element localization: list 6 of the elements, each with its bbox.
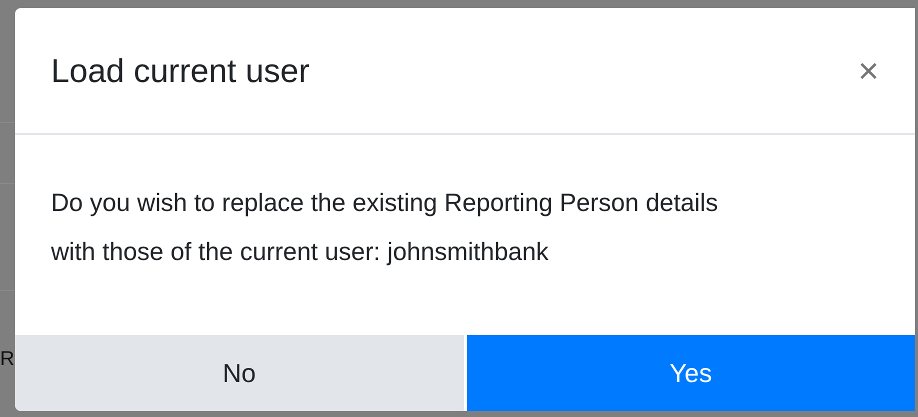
- confirm-button[interactable]: Yes: [466, 335, 915, 411]
- close-button[interactable]: ×: [858, 52, 879, 88]
- dialog-message: Do you wish to replace the existing Reporting Person details with those of the current user: johnsmithbank: [51, 188, 720, 268]
- backdrop-text: R: [0, 347, 14, 372]
- cancel-button[interactable]: No: [15, 335, 464, 411]
- dialog-title: Load current user: [51, 52, 310, 90]
